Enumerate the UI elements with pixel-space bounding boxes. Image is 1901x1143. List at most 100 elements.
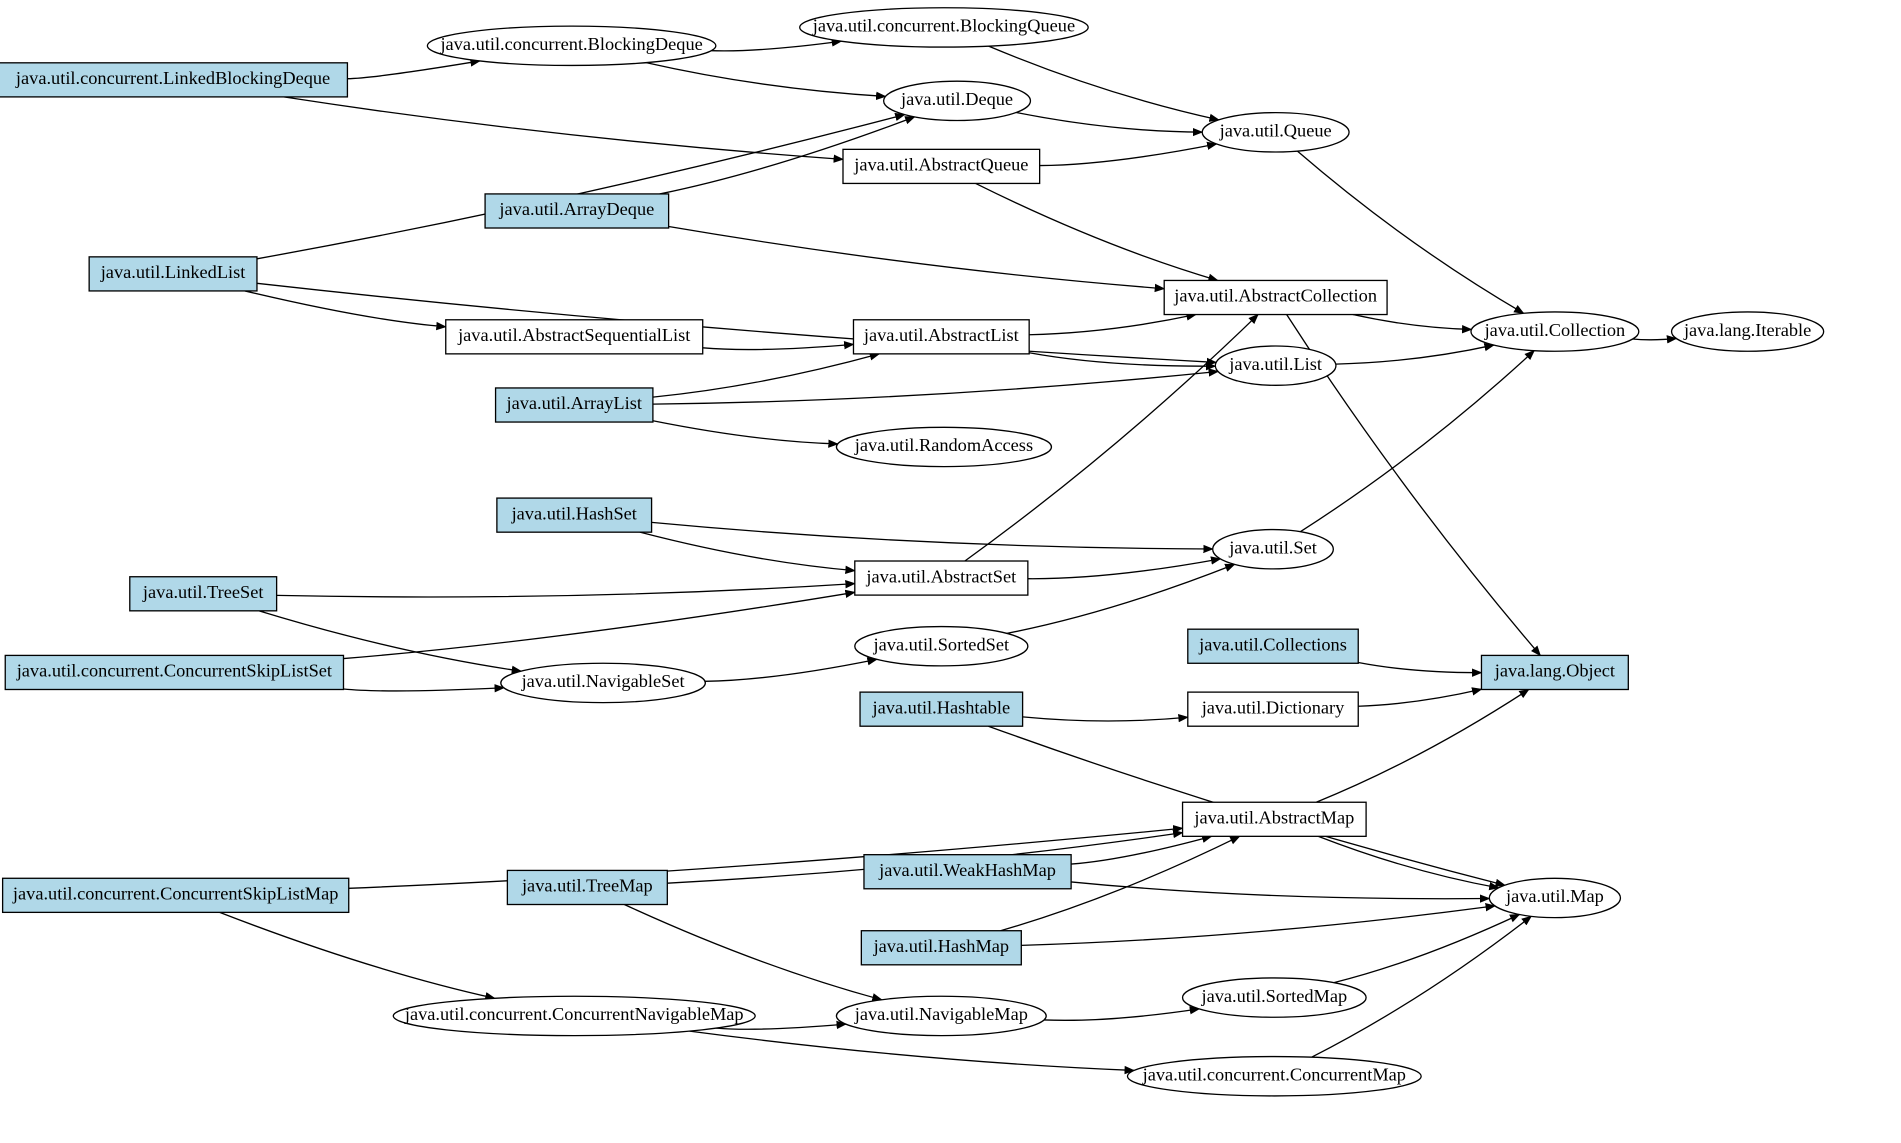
node-label-SortedMap: java.util.SortedMap — [1200, 986, 1347, 1006]
node-Map: java.util.Map — [1489, 878, 1620, 917]
node-label-TreeSet: java.util.TreeSet — [142, 582, 264, 602]
node-BlockingQueue: java.util.concurrent.BlockingQueue — [800, 8, 1088, 47]
node-label-AbstractCollection: java.util.AbstractCollection — [1173, 286, 1377, 306]
node-label-Collections: java.util.Collections — [1198, 634, 1347, 654]
node-label-AbstractMap: java.util.AbstractMap — [1193, 808, 1354, 828]
node-label-Iterable: java.lang.Iterable — [1683, 320, 1811, 340]
edge-NavigableSet-to-SortedSet — [705, 659, 877, 681]
node-label-Collection: java.util.Collection — [1484, 320, 1626, 340]
edge-List-to-Collection — [1336, 345, 1494, 364]
edge-HashSet-to-AbstractSet — [640, 532, 855, 570]
node-label-AbstractList: java.util.AbstractList — [863, 325, 1019, 345]
node-label-Hashtable: java.util.Hashtable — [872, 697, 1011, 717]
node-label-HashMap: java.util.HashMap — [873, 936, 1010, 956]
node-label-Queue: java.util.Queue — [1219, 121, 1332, 141]
edge-ArrayList-to-List — [653, 371, 1218, 404]
node-Iterable: java.lang.Iterable — [1672, 312, 1824, 351]
node-label-ConcurrentMap: java.util.concurrent.ConcurrentMap — [1142, 1064, 1406, 1084]
node-label-ArrayDeque: java.util.ArrayDeque — [498, 199, 654, 219]
edge-Dictionary-to-Object — [1358, 689, 1481, 706]
node-SortedMap: java.util.SortedMap — [1183, 978, 1367, 1017]
node-Queue: java.util.Queue — [1202, 113, 1349, 152]
node-label-Set: java.util.Set — [1228, 537, 1317, 557]
node-label-List: java.util.List — [1228, 354, 1322, 374]
node-Hashtable: java.util.Hashtable — [860, 692, 1023, 726]
node-label-Object: java.lang.Object — [1494, 661, 1615, 681]
edge-Hashtable-to-Dictionary — [1023, 717, 1188, 721]
edge-ArrayList-to-AbstractList — [653, 354, 879, 397]
node-label-AbstractSequentialList: java.util.AbstractSequentialList — [457, 325, 690, 345]
edge-AbstractMap-to-Map — [1318, 836, 1498, 888]
node-Set: java.util.Set — [1213, 530, 1334, 569]
edge-AbstractList-to-List — [1029, 353, 1215, 366]
edge-Collection-to-Iterable — [1633, 338, 1677, 339]
node-AbstractQueue: java.util.AbstractQueue — [843, 149, 1040, 183]
node-label-AbstractQueue: java.util.AbstractQueue — [853, 155, 1028, 175]
edge-ConcurrentSkipListSet-to-AbstractSet — [343, 592, 854, 658]
edge-LinkedBlockingDeque-to-AbstractQueue — [284, 97, 843, 159]
edge-HashSet-to-Set — [652, 522, 1213, 549]
node-label-RandomAccess: java.util.RandomAccess — [854, 435, 1033, 455]
node-HashSet: java.util.HashSet — [497, 498, 652, 532]
node-label-LinkedList: java.util.LinkedList — [100, 262, 246, 282]
class-hierarchy-diagram: java.util.concurrent.LinkedBlockingDeque… — [0, 0, 1901, 1143]
edge-NavigableMap-to-SortedMap — [1044, 1009, 1199, 1020]
edge-LinkedList-to-AbstractSequentialList — [245, 291, 446, 327]
edge-AbstractList-to-AbstractCollection — [1029, 315, 1196, 335]
node-label-SortedSet: java.util.SortedSet — [873, 634, 1010, 654]
node-label-NavigableMap: java.util.NavigableMap — [854, 1004, 1028, 1024]
node-label-Deque: java.util.Deque — [900, 89, 1013, 109]
node-label-WeakHashMap: java.util.WeakHashMap — [878, 860, 1056, 880]
node-AbstractMap: java.util.AbstractMap — [1183, 802, 1367, 836]
node-label-Dictionary: java.util.Dictionary — [1201, 697, 1345, 717]
node-SortedSet: java.util.SortedSet — [855, 627, 1028, 666]
node-ConcurrentSkipListMap: java.util.concurrent.ConcurrentSkipListM… — [3, 878, 349, 912]
edge-TreeMap-to-NavigableMap — [624, 905, 881, 1000]
node-label-Map: java.util.Map — [1505, 886, 1604, 906]
node-AbstractSet: java.util.AbstractSet — [855, 561, 1028, 595]
node-Object: java.lang.Object — [1481, 655, 1628, 689]
node-ArrayDeque: java.util.ArrayDeque — [485, 194, 669, 228]
node-label-ArrayList: java.util.ArrayList — [505, 393, 642, 413]
node-AbstractSequentialList: java.util.AbstractSequentialList — [446, 320, 703, 354]
node-BlockingDeque: java.util.concurrent.BlockingDeque — [427, 26, 715, 65]
edge-ConcurrentNavigableMap-to-ConcurrentMap — [690, 1031, 1134, 1070]
edge-AbstractSet-to-Set — [1028, 559, 1221, 579]
node-NavigableMap: java.util.NavigableMap — [836, 996, 1046, 1035]
node-label-ConcurrentNavigableMap: java.util.concurrent.ConcurrentNavigable… — [404, 1004, 744, 1024]
edge-AbstractCollection-to-Collection — [1353, 315, 1472, 330]
edge-ConcurrentSkipListMap-to-ConcurrentNavigableMap — [220, 912, 495, 998]
edge-Deque-to-Queue — [1016, 112, 1202, 132]
edge-TreeSet-to-AbstractSet — [277, 584, 855, 597]
node-ArrayList: java.util.ArrayList — [496, 388, 653, 422]
edge-SortedSet-to-Set — [1007, 564, 1235, 633]
node-label-ConcurrentSkipListMap: java.util.concurrent.ConcurrentSkipListM… — [12, 884, 339, 904]
node-ConcurrentMap: java.util.concurrent.ConcurrentMap — [1127, 1057, 1421, 1096]
edge-SortedMap-to-Map — [1334, 914, 1519, 982]
edge-HashMap-to-Map — [1021, 906, 1495, 945]
node-label-AbstractSet: java.util.AbstractSet — [865, 566, 1016, 586]
node-Deque: java.util.Deque — [884, 81, 1031, 120]
node-TreeMap: java.util.TreeMap — [507, 870, 667, 904]
edge-Collections-to-Object — [1358, 662, 1481, 672]
node-label-BlockingDeque: java.util.concurrent.BlockingDeque — [439, 34, 702, 54]
node-TreeSet: java.util.TreeSet — [130, 577, 277, 611]
node-ConcurrentNavigableMap: java.util.concurrent.ConcurrentNavigable… — [393, 996, 755, 1035]
node-label-LinkedBlockingDeque: java.util.concurrent.LinkedBlockingDeque — [15, 68, 330, 88]
edge-AbstractSequentialList-to-AbstractList — [703, 344, 854, 349]
node-label-NavigableSet: java.util.NavigableSet — [521, 671, 685, 691]
edge-LinkedList-to-List — [257, 283, 1216, 362]
edge-AbstractQueue-to-AbstractCollection — [976, 183, 1218, 280]
node-ConcurrentSkipListSet: java.util.concurrent.ConcurrentSkipListS… — [5, 655, 343, 689]
node-label-TreeMap: java.util.TreeMap — [521, 876, 653, 896]
edge-BlockingDeque-to-Deque — [646, 63, 885, 97]
node-Collection: java.util.Collection — [1471, 312, 1639, 351]
node-Dictionary: java.util.Dictionary — [1188, 692, 1358, 726]
node-Collections: java.util.Collections — [1188, 629, 1358, 663]
node-HashMap: java.util.HashMap — [861, 931, 1021, 965]
edge-Set-to-Collection — [1300, 351, 1534, 532]
edge-BlockingDeque-to-BlockingQueue — [711, 41, 841, 51]
node-label-ConcurrentSkipListSet: java.util.concurrent.ConcurrentSkipListS… — [16, 661, 332, 681]
node-label-HashSet: java.util.HashSet — [511, 503, 637, 523]
edge-ConcurrentSkipListSet-to-NavigableSet — [343, 688, 503, 691]
